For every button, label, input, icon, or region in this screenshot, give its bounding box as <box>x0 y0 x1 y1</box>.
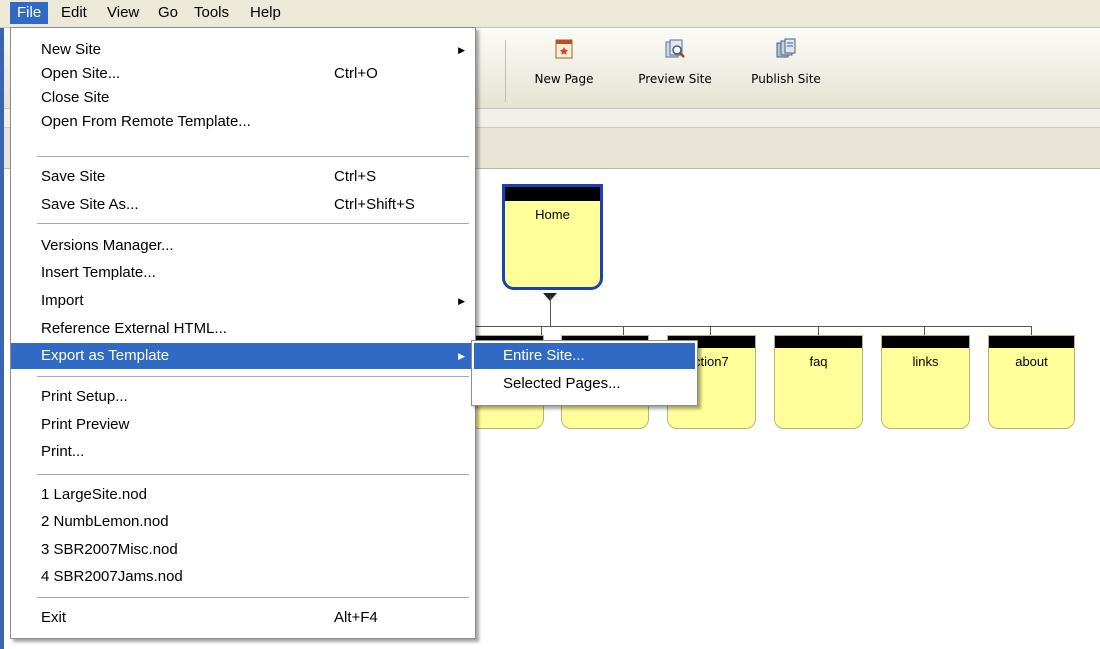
menu-item-label: Open Site... <box>41 65 121 82</box>
toolbar-separator <box>505 40 506 102</box>
menu-separator <box>37 474 469 475</box>
sitemap-node-faq[interactable]: faq <box>774 335 863 429</box>
node-header <box>505 187 600 201</box>
node-label: Home <box>535 207 570 222</box>
menu-item-label: Import <box>41 292 84 309</box>
node-label: faq <box>809 354 828 369</box>
connector-vertical <box>550 296 551 326</box>
menu-item-versions-manager[interactable]: Versions Manager... <box>11 234 475 258</box>
menu-item-label: Exit <box>41 609 67 626</box>
menu-item-label: Export as Template <box>41 347 170 364</box>
menu-item-shortcut: Ctrl+O <box>334 65 378 82</box>
menu-item-shortcut: Alt+F4 <box>334 609 378 626</box>
menu-separator <box>37 597 469 598</box>
export-template-submenu: Entire Site... Selected Pages... <box>471 340 698 406</box>
menu-file[interactable]: File <box>10 2 49 24</box>
new-page-icon <box>553 38 575 60</box>
menu-item-label: Print Preview <box>41 416 130 433</box>
node-label: about <box>1015 354 1048 369</box>
menu-separator <box>37 223 469 224</box>
publish-site-icon <box>775 38 797 60</box>
menu-item-label: Print... <box>41 443 85 460</box>
menu-item-label: Save Site <box>41 168 106 185</box>
menu-item-label: 2 NumbLemon.nod <box>41 513 169 530</box>
menu-item-label: Insert Template... <box>41 264 156 281</box>
menu-bar: File Edit View Go Tools Help <box>0 0 1100 28</box>
menu-item-label: Print Setup... <box>41 388 128 405</box>
node-label: links <box>912 354 939 369</box>
menu-item-label: 4 SBR2007Jams.nod <box>41 568 183 585</box>
file-menu: New Site ▶ Open Site... Ctrl+O Close Sit… <box>10 27 476 639</box>
menu-help[interactable]: Help <box>243 2 288 24</box>
left-edge-bar <box>0 28 4 649</box>
menu-item-shortcut: Ctrl+Shift+S <box>334 196 415 213</box>
node-header <box>775 336 862 348</box>
submenu-arrow-icon: ▶ <box>458 45 465 55</box>
menu-item-reference-external-html[interactable]: Reference External HTML... <box>11 317 475 341</box>
submenu-arrow-icon: ▶ <box>458 351 465 361</box>
new-page-label: New Page <box>534 72 594 86</box>
menu-item-recent-3[interactable]: 3 SBR2007Misc.nod <box>11 538 475 562</box>
publish-site-label: Publish Site <box>751 72 821 86</box>
menu-separator <box>37 156 469 157</box>
sitemap-node-home[interactable]: Home <box>502 184 603 290</box>
menu-item-print-preview[interactable]: Print Preview <box>11 413 475 437</box>
submenu-item-selected-pages[interactable]: Selected Pages... <box>474 372 695 396</box>
menu-separator <box>37 376 469 377</box>
menu-item-label: Selected Pages... <box>503 375 621 392</box>
sitemap-node-about[interactable]: about <box>988 335 1075 429</box>
menu-item-recent-1[interactable]: 1 LargeSite.nod <box>11 483 475 507</box>
menu-item-import[interactable]: Import ▶ <box>11 289 475 313</box>
node-header <box>882 336 969 348</box>
menu-go[interactable]: Go <box>151 2 185 24</box>
menu-view[interactable]: View <box>100 2 146 24</box>
menu-item-print[interactable]: Print... <box>11 440 475 464</box>
submenu-arrow-icon: ▶ <box>458 296 465 306</box>
preview-site-button[interactable]: Preview Site <box>630 38 720 86</box>
menu-item-label: New Site <box>41 41 102 58</box>
menu-item-label: Open From Remote Template... <box>41 113 251 130</box>
sitemap-node-links[interactable]: links <box>881 335 970 429</box>
menu-tools[interactable]: Tools <box>187 2 236 24</box>
menu-edit[interactable]: Edit <box>54 2 94 24</box>
menu-item-print-setup[interactable]: Print Setup... <box>11 385 475 409</box>
preview-site-label: Preview Site <box>638 72 712 86</box>
menu-item-save-site[interactable]: Save Site Ctrl+S <box>11 165 475 189</box>
submenu-item-entire-site[interactable]: Entire Site... <box>474 343 695 369</box>
menu-item-label: Reference External HTML... <box>41 320 227 337</box>
menu-item-label: 3 SBR2007Misc.nod <box>41 541 178 558</box>
menu-item-open-remote-template[interactable]: Open From Remote Template... <box>11 110 475 134</box>
menu-item-exit[interactable]: Exit Alt+F4 <box>11 606 475 630</box>
menu-item-label: Save Site As... <box>41 196 139 213</box>
menu-item-new-site[interactable]: New Site ▶ <box>11 38 475 62</box>
preview-site-icon <box>664 38 686 60</box>
menu-item-shortcut: Ctrl+S <box>334 168 377 185</box>
menu-item-save-site-as[interactable]: Save Site As... Ctrl+Shift+S <box>11 193 475 217</box>
menu-item-label: Close Site <box>41 89 110 106</box>
menu-item-label: Entire Site... <box>503 347 585 364</box>
connector-horizontal <box>470 326 1032 327</box>
menu-item-insert-template[interactable]: Insert Template... <box>11 261 475 285</box>
menu-item-label: Versions Manager... <box>41 237 174 254</box>
menu-item-recent-2[interactable]: 2 NumbLemon.nod <box>11 510 475 534</box>
menu-item-close-site[interactable]: Close Site <box>11 86 475 110</box>
menu-item-export-as-template[interactable]: Export as Template ▶ <box>11 343 475 369</box>
menu-item-label: 1 LargeSite.nod <box>41 486 147 503</box>
menu-item-recent-4[interactable]: 4 SBR2007Jams.nod <box>11 565 475 589</box>
publish-site-button[interactable]: Publish Site <box>741 38 831 86</box>
new-page-button[interactable]: New Page <box>519 38 609 86</box>
node-header <box>989 336 1074 348</box>
menu-item-open-site[interactable]: Open Site... Ctrl+O <box>11 62 475 86</box>
node-label: ction7 <box>694 354 729 369</box>
